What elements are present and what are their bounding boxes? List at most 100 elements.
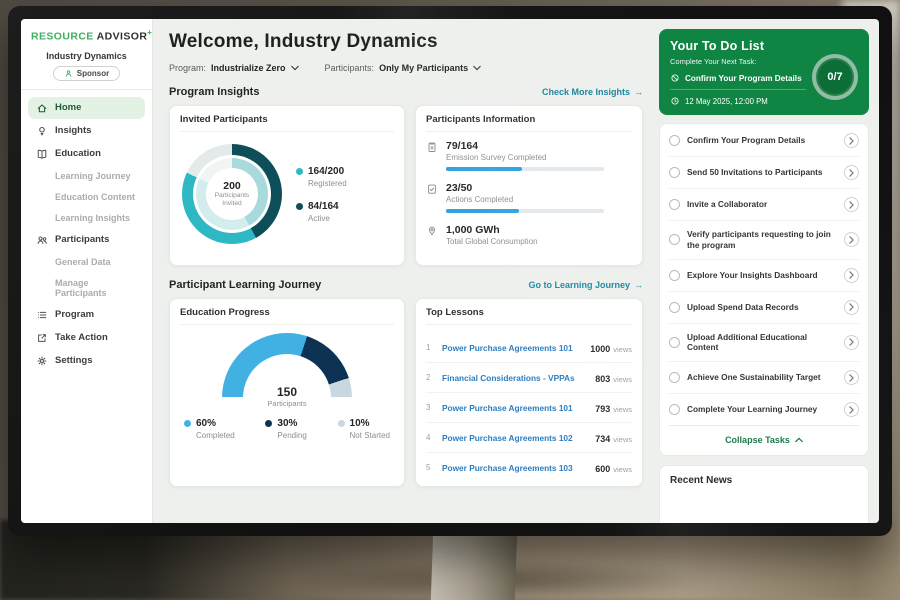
task-checkbox[interactable] [669, 337, 680, 348]
chevron-right-icon[interactable] [844, 335, 859, 350]
task-label: Upload Additional Educational Content [687, 332, 837, 354]
recent-news-title: Recent News [670, 475, 858, 486]
sidebar-item-take-action[interactable]: Take Action [28, 327, 145, 349]
lesson-views-suffix: views [613, 435, 632, 444]
go-to-learning-journey-link[interactable]: Go to Learning Journey → [528, 280, 643, 290]
todo-task-row[interactable]: Verify participants requesting to join t… [669, 221, 859, 260]
todo-task-row[interactable]: Upload Additional Educational Content [669, 324, 859, 363]
task-checkbox[interactable] [669, 302, 680, 313]
todo-task-row[interactable]: Explore Your Insights Dashboard [669, 260, 859, 292]
sidebar-item-program[interactable]: Program [28, 304, 145, 326]
list-icon [36, 309, 48, 321]
participants-dropdown-label: Participants: [325, 63, 375, 73]
legend-dot [184, 420, 191, 427]
ban-icon [670, 73, 680, 83]
todo-summary-card: Your To Do List Complete Your Next Task:… [659, 29, 869, 115]
chevron-right-icon[interactable] [844, 197, 859, 212]
sidebar-item-label: Participants [55, 234, 109, 245]
chevron-right-icon[interactable] [844, 133, 859, 148]
sidebar-item-education[interactable]: Education [28, 143, 145, 165]
learning-journey-title: Participant Learning Journey [169, 279, 321, 291]
lesson-views: 1000 [590, 344, 610, 354]
collapse-tasks-link[interactable]: Collapse Tasks [669, 426, 859, 454]
chevron-right-icon[interactable] [844, 165, 859, 180]
todo-next-task-time: 12 May 2025, 12:00 PM [670, 96, 806, 106]
todo-task-row[interactable]: Complete Your Learning Journey [669, 394, 859, 426]
legend-label: Registered [308, 179, 347, 188]
sidebar-item-general-data[interactable]: General Data [28, 252, 145, 272]
sidebar-item-learning-journey[interactable]: Learning Journey [28, 166, 145, 186]
stat-value: 1,000 GWh [446, 224, 538, 236]
participants-information-title: Participants Information [426, 114, 632, 132]
invited-participants-card: Invited Participants 200 Participants In… [169, 105, 405, 266]
monitor-frame: RESOURCE ADVISOR+ Industry Dynamics Spon… [8, 6, 892, 536]
sponsor-badge-label: Sponsor [77, 69, 109, 78]
invited-legend: 164/200 Registered 84/164 Active [296, 166, 347, 223]
task-checkbox[interactable] [669, 135, 680, 146]
education-gauge-center: 150 Participants [180, 385, 394, 408]
sponsor-badge[interactable]: Sponsor [53, 66, 120, 81]
todo-panel: Your To Do List Complete Your Next Task:… [655, 19, 879, 523]
sidebar-item-participants[interactable]: Participants [28, 229, 145, 251]
sidebar-item-settings[interactable]: Settings [28, 350, 145, 372]
stat-value: 79/164 [446, 140, 604, 152]
chevron-right-icon[interactable] [844, 402, 859, 417]
invited-participants-donut: 200 Participants Invited [182, 144, 282, 244]
top-lessons-title: Top Lessons [426, 307, 632, 325]
todo-task-row[interactable]: Achieve One Sustainability Target [669, 362, 859, 394]
sidebar-item-label: Home [55, 102, 81, 113]
logo-plus: + [147, 28, 152, 37]
lesson-link[interactable]: Power Purchase Agreements 101 [442, 343, 582, 353]
lesson-link[interactable]: Financial Considerations - VPPAs [442, 373, 587, 383]
top-lessons-card: Top Lessons 1 Power Purchase Agreements … [415, 298, 643, 487]
program-insights-title: Program Insights [169, 86, 259, 98]
gear-icon [36, 355, 48, 367]
lesson-views-suffix: views [613, 375, 632, 384]
participants-dropdown[interactable]: Participants: Only My Participants [325, 63, 482, 73]
lesson-link[interactable]: Power Purchase Agreements 102 [442, 433, 587, 443]
legend-label: Not Started [350, 431, 390, 440]
task-checkbox[interactable] [669, 404, 680, 415]
task-label: Achieve One Sustainability Target [687, 372, 837, 383]
task-checkbox[interactable] [669, 372, 680, 383]
legend-dot [296, 168, 303, 175]
lesson-row: 4 Power Purchase Agreements 102 734views [426, 423, 632, 453]
legend-item-registered: 164/200 Registered [296, 166, 347, 188]
clipboard-icon [426, 141, 438, 153]
chevron-right-icon[interactable] [844, 370, 859, 385]
dashboard-screen: RESOURCE ADVISOR+ Industry Dynamics Spon… [21, 19, 879, 523]
task-checkbox[interactable] [669, 167, 680, 178]
lesson-link[interactable]: Power Purchase Agreements 101 [442, 403, 587, 413]
chevron-right-icon[interactable] [844, 300, 859, 315]
todo-task-row[interactable]: Send 50 Invitations to Participants [669, 157, 859, 189]
todo-task-row[interactable]: Invite a Collaborator [669, 189, 859, 221]
sidebar-item-education-content[interactable]: Education Content [28, 187, 145, 207]
sidebar-item-insights[interactable]: Insights [28, 120, 145, 142]
education-center-label: Participants [180, 399, 394, 408]
lesson-row: 5 Power Purchase Agreements 103 600views [426, 453, 632, 482]
chevron-up-icon [795, 437, 803, 443]
legend-value: 84/164 [308, 201, 339, 212]
program-dropdown[interactable]: Program: Industrialize Zero [169, 63, 299, 73]
lesson-link[interactable]: Power Purchase Agreements 103 [442, 463, 587, 473]
people-icon [36, 234, 48, 246]
sponsor-person-icon [64, 69, 73, 78]
lesson-rank: 2 [426, 373, 434, 382]
lesson-rank: 4 [426, 433, 434, 442]
task-checkbox[interactable] [669, 199, 680, 210]
sidebar-item-manage-participants[interactable]: Manage Participants [28, 273, 145, 303]
legend-value: 10% [350, 418, 370, 429]
check-more-insights-link[interactable]: Check More Insights → [542, 87, 643, 97]
sidebar-item-learning-insights[interactable]: Learning Insights [28, 208, 145, 228]
education-progress-card: Education Progress 150 Participants [169, 298, 405, 487]
chevron-right-icon[interactable] [844, 268, 859, 283]
program-insights-header: Program Insights Check More Insights → [169, 86, 643, 98]
chevron-right-icon[interactable] [844, 232, 859, 247]
todo-next-task-label: Confirm Your Program Details [685, 74, 802, 83]
todo-subtitle: Complete Your Next Task: [670, 57, 806, 66]
todo-task-row[interactable]: Confirm Your Program Details [669, 125, 859, 157]
task-checkbox[interactable] [669, 234, 680, 245]
todo-task-row[interactable]: Upload Spend Data Records [669, 292, 859, 324]
sidebar-item-home[interactable]: Home [28, 97, 145, 119]
task-checkbox[interactable] [669, 270, 680, 281]
